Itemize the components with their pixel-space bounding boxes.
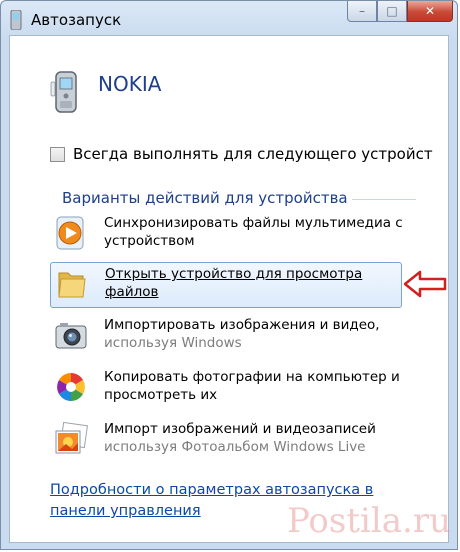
window-title: Автозапуск	[31, 11, 122, 29]
action-line1: Импорт изображений и видеозаписей	[104, 421, 376, 437]
action-copy-photos[interactable]: Копировать фотографии на компьютер и про…	[50, 366, 402, 412]
action-import-photo-gallery[interactable]: Импорт изображений и видеозаписей исполь…	[50, 418, 402, 464]
action-open-folder[interactable]: Открыть устройство для просмотра файлов	[50, 262, 402, 308]
picasa-icon	[57, 373, 85, 401]
always-do-this-option[interactable]: Всегда выполнять для следующего устройст	[50, 144, 433, 164]
action-import-windows[interactable]: Импортировать изображения и видео, испол…	[50, 314, 402, 360]
action-line2: устройством	[104, 233, 195, 249]
action-line2: используя Фотоальбом Windows Live	[104, 439, 366, 455]
action-line1: Синхронизировать файлы мультимедиа с	[104, 215, 403, 231]
autoplay-settings-link[interactable]: Подробности о параметрах автозапуска в	[50, 482, 373, 498]
always-checkbox-label: Всегда выполнять для следующего устройст	[73, 145, 433, 163]
folder-icon	[58, 272, 86, 298]
action-line2: используя Windows	[104, 335, 242, 351]
action-sync-media[interactable]: Синхронизировать файлы мультимедиа с уст…	[50, 212, 403, 258]
device-title-icon	[10, 10, 22, 30]
title-bar[interactable]: Автозапуск – □ ✕	[1, 1, 457, 35]
autoplay-window: Автозапуск – □ ✕ NOKIA Всегда выполнять …	[0, 0, 458, 550]
mobile-phone-icon	[50, 71, 77, 113]
action-line1: Копировать фотографии на компьютер и	[104, 369, 400, 385]
dialog-content: NOKIA Всегда выполнять для следующего ус…	[9, 35, 449, 543]
action-line1: Импортировать изображения и видео,	[104, 317, 380, 333]
section-divider	[352, 199, 416, 200]
camera-icon	[55, 323, 87, 349]
action-line2: просмотреть их	[104, 387, 218, 403]
always-checkbox[interactable]	[50, 146, 65, 162]
media-player-icon	[56, 216, 84, 250]
section-title: Варианты действий для устройства	[62, 189, 348, 207]
minimize-button[interactable]: –	[347, 1, 377, 22]
autoplay-settings-link-line2[interactable]: панели управления	[50, 503, 201, 519]
action-line1: Открыть устройство для просмотра	[105, 266, 363, 282]
watermark: Postila.ru	[286, 501, 451, 541]
maximize-button[interactable]: □	[377, 1, 407, 22]
photo-gallery-icon	[55, 422, 88, 454]
action-line2: файлов	[105, 284, 159, 300]
red-arrow-icon	[403, 270, 447, 298]
close-button[interactable]: ✕	[407, 1, 453, 22]
device-name: NOKIA	[98, 72, 162, 96]
